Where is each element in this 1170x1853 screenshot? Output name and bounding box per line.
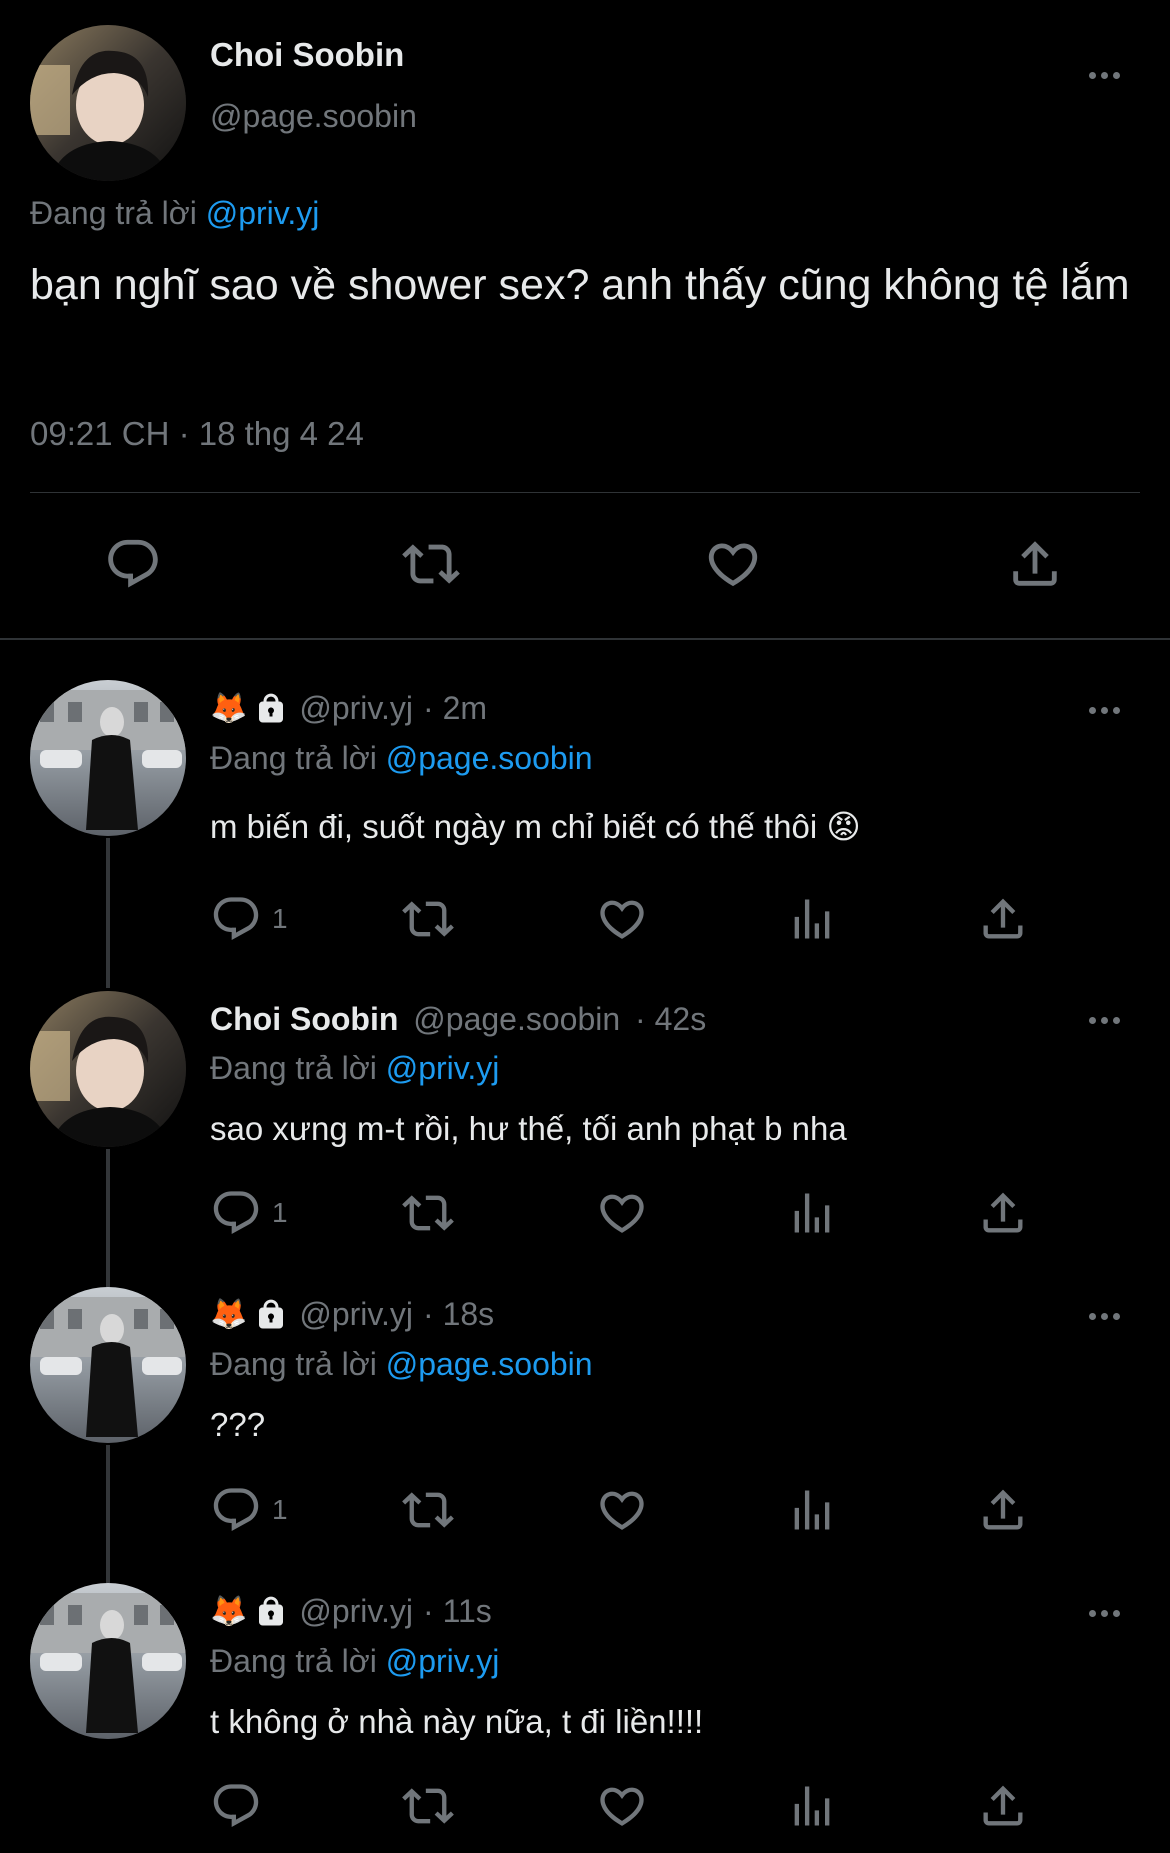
retweet-icon[interactable]: [402, 535, 460, 593]
reply-context: Đang trả lời @priv.yj: [30, 195, 319, 232]
avatar[interactable]: [30, 25, 186, 181]
like-icon[interactable]: [596, 1484, 648, 1536]
reply-header: 🦊 @priv.yj · 18s: [210, 1296, 494, 1333]
more-icon[interactable]: [1089, 1610, 1120, 1617]
reply-icon[interactable]: [210, 1780, 262, 1832]
reply-prefix: Đang trả lời: [210, 740, 377, 776]
reply-handle[interactable]: @priv.yj: [299, 690, 413, 727]
section-divider: [0, 638, 1170, 640]
reply-prefix: Đang trả lời: [210, 1346, 377, 1382]
views-icon[interactable]: [786, 1484, 838, 1536]
reply-prefix: Đang trả lời: [210, 1643, 377, 1679]
reply-action[interactable]: 1: [210, 1187, 288, 1239]
reply-handle[interactable]: @page.soobin: [413, 1001, 620, 1037]
like-icon[interactable]: [596, 893, 648, 945]
like-icon[interactable]: [704, 535, 762, 593]
reply-text: sao xưng m-t rồi, hư thế, tối anh phạt b…: [210, 1110, 847, 1147]
reply-context: Đang trả lời @priv.yj: [210, 1050, 499, 1087]
thread-line: [106, 1149, 110, 1289]
share-icon[interactable]: [977, 1780, 1029, 1832]
thread-line: [106, 838, 110, 988]
share-icon[interactable]: [977, 1484, 1029, 1536]
fox-emoji: 🦊: [210, 692, 248, 725]
divider: [30, 492, 1140, 493]
reply-icon[interactable]: [104, 535, 162, 593]
author-handle[interactable]: @page.soobin: [210, 98, 417, 135]
reply-action[interactable]: 1: [210, 893, 288, 945]
reply-time[interactable]: · 42s: [635, 1001, 706, 1037]
share-icon[interactable]: [977, 1187, 1029, 1239]
avatar[interactable]: [30, 1287, 186, 1443]
reply-prefix: Đang trả lời: [30, 195, 197, 231]
author-name[interactable]: Choi Soobin: [210, 36, 404, 74]
reply-context: Đang trả lời @page.soobin: [210, 740, 593, 777]
retweet-icon[interactable]: [402, 1484, 454, 1536]
mention-link[interactable]: @priv.yj: [386, 1643, 500, 1679]
reply-header: 🦊 @priv.yj · 11s: [210, 1593, 492, 1630]
reply-text: ???: [210, 1406, 266, 1443]
reply-action[interactable]: [210, 1780, 272, 1832]
reply-context: Đang trả lời @page.soobin: [210, 1346, 593, 1383]
like-icon[interactable]: [596, 1780, 648, 1832]
reply-author-name[interactable]: Choi Soobin: [210, 1001, 398, 1037]
reply-context: Đang trả lời @priv.yj: [210, 1643, 499, 1680]
reply-text: m biến đi, suốt ngày m chỉ biết có thế t…: [210, 808, 861, 845]
thread-line: [106, 1445, 110, 1585]
avatar[interactable]: [30, 680, 186, 836]
reply-count: 1: [272, 1197, 288, 1228]
mention-link[interactable]: @page.soobin: [386, 1346, 593, 1382]
fox-emoji: 🦊: [210, 1298, 248, 1331]
reply-text: t không ở nhà này nữa, t đi liền!!!!: [210, 1703, 704, 1740]
more-icon[interactable]: [1089, 1017, 1120, 1024]
views-icon[interactable]: [786, 893, 838, 945]
lock-icon: [253, 1594, 289, 1630]
reply-icon[interactable]: [210, 893, 262, 945]
mention-link[interactable]: @priv.yj: [386, 1050, 500, 1086]
mention-link[interactable]: @page.soobin: [386, 740, 593, 776]
reply-action[interactable]: 1: [210, 1484, 288, 1536]
more-icon[interactable]: [1089, 72, 1120, 79]
tweet-timestamp[interactable]: 09:21 CH · 18 thg 4 24: [30, 415, 364, 453]
reply-time[interactable]: · 11s: [423, 1593, 492, 1630]
reply-header: Choi Soobin @page.soobin · 42s: [210, 1001, 706, 1038]
fox-emoji: 🦊: [210, 1595, 248, 1628]
more-icon[interactable]: [1089, 707, 1120, 714]
reply-icon[interactable]: [210, 1187, 262, 1239]
reply-icon[interactable]: [210, 1484, 262, 1536]
like-icon[interactable]: [596, 1187, 648, 1239]
reply-handle[interactable]: @priv.yj: [299, 1296, 413, 1333]
lock-icon: [253, 1297, 289, 1333]
lock-icon: [253, 691, 289, 727]
reply-header: 🦊 @priv.yj · 2m: [210, 690, 487, 727]
views-icon[interactable]: [786, 1187, 838, 1239]
retweet-icon[interactable]: [402, 1187, 454, 1239]
avatar[interactable]: [30, 991, 186, 1147]
reply-count: 1: [272, 1494, 288, 1525]
retweet-icon[interactable]: [402, 893, 454, 945]
more-icon[interactable]: [1089, 1313, 1120, 1320]
tweet-text: bạn nghĩ sao về shower sex? anh thấy cũn…: [30, 261, 1130, 309]
reply-prefix: Đang trả lời: [210, 1050, 377, 1086]
share-icon[interactable]: [1006, 535, 1064, 593]
views-icon[interactable]: [786, 1780, 838, 1832]
reply-count: 1: [272, 903, 288, 934]
share-icon[interactable]: [977, 893, 1029, 945]
mention-link[interactable]: @priv.yj: [206, 195, 320, 231]
reply-time[interactable]: · 18s: [423, 1296, 494, 1333]
reply-time[interactable]: · 2m: [423, 690, 487, 727]
avatar[interactable]: [30, 1583, 186, 1739]
retweet-icon[interactable]: [402, 1780, 454, 1832]
reply-handle[interactable]: @priv.yj: [299, 1593, 413, 1630]
